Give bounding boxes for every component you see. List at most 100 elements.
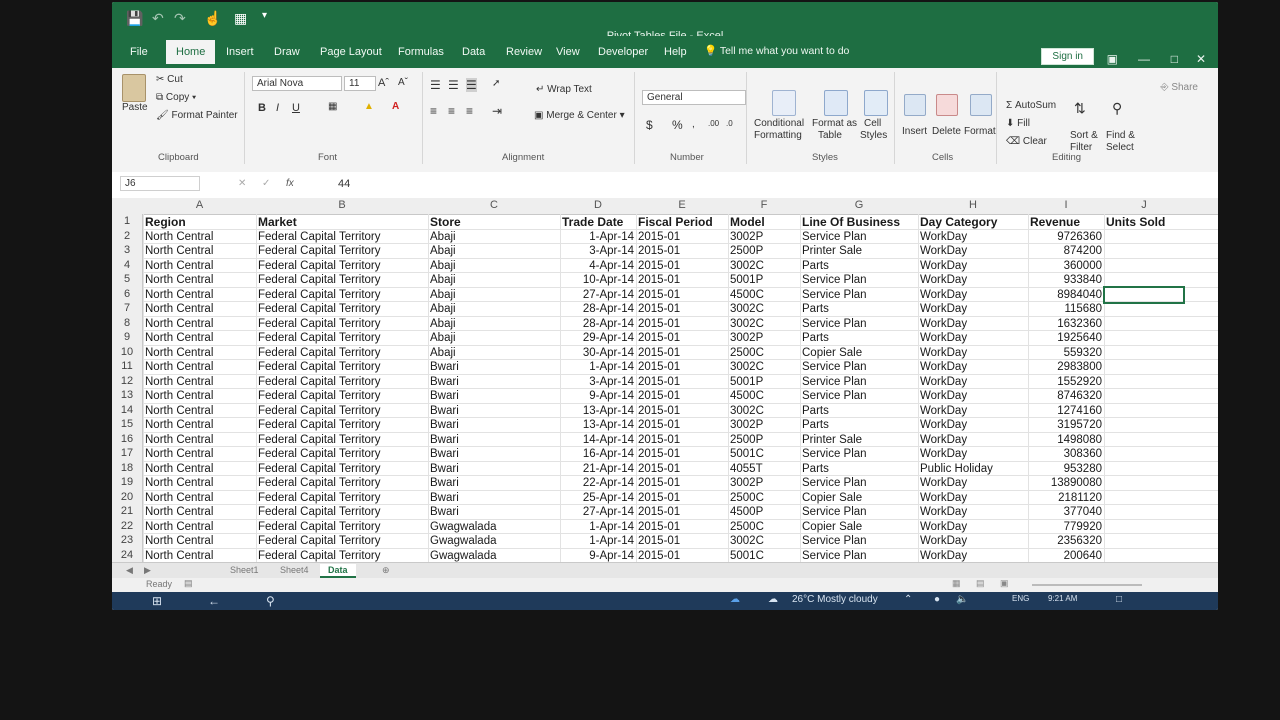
cell-market[interactable]: Federal Capital Territory	[258, 259, 428, 273]
cell-revenue[interactable]: 9726360	[1030, 230, 1102, 244]
cell-store[interactable]: Abaji	[430, 273, 560, 287]
row-header[interactable]: 17	[112, 447, 142, 459]
cell-line-of-business[interactable]: Service Plan	[802, 549, 916, 563]
cell-market[interactable]: Federal Capital Territory	[258, 244, 428, 258]
cell-store[interactable]: Abaji	[430, 259, 560, 273]
cell-store[interactable]: Bwari	[430, 360, 560, 374]
cell-line-of-business[interactable]: Copier Sale	[802, 491, 916, 505]
tab-draw[interactable]: Draw	[266, 42, 308, 62]
cell-region[interactable]: North Central	[145, 491, 255, 505]
tab-data[interactable]: Data	[454, 42, 493, 62]
format-button[interactable]: Format	[964, 126, 996, 137]
worksheet-grid[interactable]: Region Market Store Trade Date Fiscal Period…	[143, 214, 1218, 562]
row-header[interactable]: 8	[112, 317, 142, 329]
cell-trade-date[interactable]: 14-Apr-14	[562, 433, 634, 447]
sheet-tab-sheet4[interactable]: Sheet4	[272, 564, 317, 576]
cell-trade-date[interactable]: 9-Apr-14	[562, 549, 634, 563]
cell-line-of-business[interactable]: Service Plan	[802, 389, 916, 403]
cell-fiscal-period[interactable]: 2015-01	[638, 288, 726, 302]
cell-trade-date[interactable]: 27-Apr-14	[562, 505, 634, 519]
cell-fiscal-period[interactable]: 2015-01	[638, 476, 726, 490]
header-cell-trade-date[interactable]: Trade Date	[562, 215, 634, 229]
cell-line-of-business[interactable]: Copier Sale	[802, 520, 916, 534]
cell-trade-date[interactable]: 3-Apr-14	[562, 244, 634, 258]
cell-model[interactable]: 4055T	[730, 462, 798, 476]
cell-line-of-business[interactable]: Service Plan	[802, 534, 916, 548]
align-right-icon[interactable]: ≡	[466, 104, 473, 118]
styles-label[interactable]: Styles	[860, 130, 887, 141]
cell-region[interactable]: North Central	[145, 317, 255, 331]
cell-store[interactable]: Bwari	[430, 389, 560, 403]
column-header-g[interactable]: G	[800, 199, 918, 211]
cell-model[interactable]: 2500P	[730, 244, 798, 258]
cell-region[interactable]: North Central	[145, 389, 255, 403]
cell-model[interactable]: 3002C	[730, 302, 798, 316]
weather-app-icon[interactable]: ☁	[730, 594, 740, 605]
cell-store[interactable]: Abaji	[430, 244, 560, 258]
page-break-view-icon[interactable]: ▣	[1000, 578, 1009, 589]
cell-store[interactable]: Bwari	[430, 505, 560, 519]
cut-button[interactable]: ✂ Cut	[156, 74, 183, 85]
cancel-entry-icon[interactable]: ✕	[238, 178, 246, 189]
cell-revenue[interactable]: 1552920	[1030, 375, 1102, 389]
bold-button[interactable]: B	[258, 102, 266, 114]
cell-day-category[interactable]: WorkDay	[920, 389, 1026, 403]
cell-market[interactable]: Federal Capital Territory	[258, 331, 428, 345]
fill-button[interactable]: ⬇ Fill	[1006, 118, 1030, 129]
search-icon[interactable]: ⚲	[266, 594, 275, 608]
paste-button[interactable]: Paste	[122, 102, 148, 113]
conditional-formatting-label[interactable]: Conditional	[754, 118, 804, 129]
cell-day-category[interactable]: WorkDay	[920, 273, 1026, 287]
page-layout-view-icon[interactable]: ▤	[976, 578, 985, 589]
cell-fiscal-period[interactable]: 2015-01	[638, 273, 726, 287]
align-left-icon[interactable]: ≡	[430, 104, 437, 118]
wrap-text-button[interactable]: ↵ Wrap Text	[536, 84, 592, 95]
cell-day-category[interactable]: WorkDay	[920, 447, 1026, 461]
align-top-icon[interactable]: ☰	[430, 78, 441, 92]
cell-market[interactable]: Federal Capital Territory	[258, 317, 428, 331]
cell-region[interactable]: North Central	[145, 534, 255, 548]
cell-region[interactable]: North Central	[145, 418, 255, 432]
header-cell-day-category[interactable]: Day Category	[920, 215, 1026, 229]
currency-button[interactable]: $	[646, 118, 653, 132]
cell-market[interactable]: Federal Capital Territory	[258, 491, 428, 505]
cell-revenue[interactable]: 559320	[1030, 346, 1102, 360]
cell-region[interactable]: North Central	[145, 447, 255, 461]
cell-model[interactable]: 3002P	[730, 476, 798, 490]
align-center-icon[interactable]: ≡	[448, 104, 455, 118]
cell-fiscal-period[interactable]: 2015-01	[638, 505, 726, 519]
cell-day-category[interactable]: WorkDay	[920, 259, 1026, 273]
cell-line-of-business[interactable]: Service Plan	[802, 230, 916, 244]
zoom-slider[interactable]	[1032, 584, 1142, 586]
cell-line-of-business[interactable]: Service Plan	[802, 317, 916, 331]
cell-revenue[interactable]: 1498080	[1030, 433, 1102, 447]
cell-revenue[interactable]: 953280	[1030, 462, 1102, 476]
font-name-dropdown[interactable]: Arial Nova	[252, 76, 342, 91]
column-header-i[interactable]: I	[1028, 199, 1104, 211]
cell-revenue[interactable]: 2181120	[1030, 491, 1102, 505]
sort-filter-label[interactable]: Sort &	[1070, 130, 1098, 141]
cell-fiscal-period[interactable]: 2015-01	[638, 346, 726, 360]
row-header[interactable]: 13	[112, 389, 142, 401]
cell-day-category[interactable]: WorkDay	[920, 302, 1026, 316]
cell-trade-date[interactable]: 3-Apr-14	[562, 375, 634, 389]
row-header[interactable]: 21	[112, 505, 142, 517]
underline-button[interactable]: U	[292, 102, 300, 114]
tab-help[interactable]: Help	[656, 42, 695, 62]
column-header-f[interactable]: F	[728, 199, 800, 211]
cell-store[interactable]: Abaji	[430, 230, 560, 244]
cell-trade-date[interactable]: 13-Apr-14	[562, 418, 634, 432]
cell-fiscal-period[interactable]: 2015-01	[638, 360, 726, 374]
network-icon[interactable]: ●	[934, 594, 940, 605]
weather-text[interactable]: 26°C Mostly cloudy	[792, 594, 878, 605]
cell-region[interactable]: North Central	[145, 346, 255, 360]
header-cell-units-sold[interactable]: Units Sold	[1106, 215, 1182, 229]
sort-filter-icon[interactable]: ⇅	[1074, 100, 1086, 117]
header-cell-store[interactable]: Store	[430, 215, 560, 229]
header-cell-revenue[interactable]: Revenue	[1030, 215, 1102, 229]
cell-trade-date[interactable]: 21-Apr-14	[562, 462, 634, 476]
cell-fiscal-period[interactable]: 2015-01	[638, 418, 726, 432]
clear-button[interactable]: ⌫ Clear	[1006, 136, 1047, 147]
row-header[interactable]: 19	[112, 476, 142, 488]
cell-revenue[interactable]: 2356320	[1030, 534, 1102, 548]
